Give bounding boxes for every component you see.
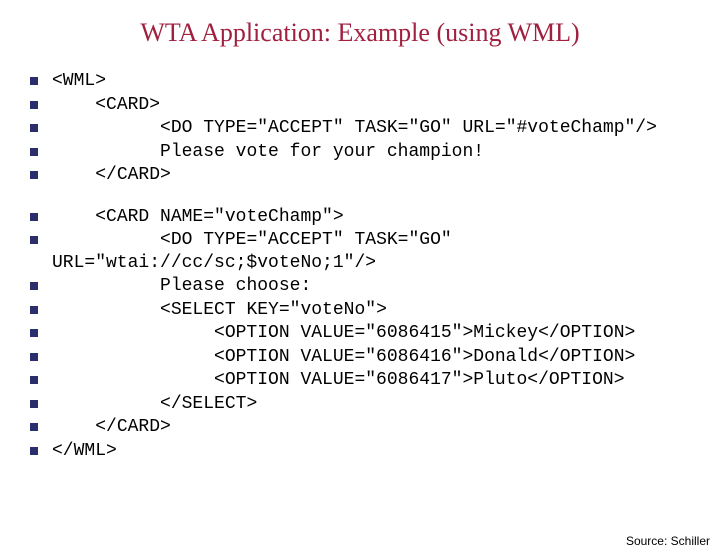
bullet-icon — [30, 236, 38, 244]
code-line: <OPTION VALUE="6086415">Mickey</OPTION> — [30, 322, 706, 345]
bullet-icon — [30, 329, 38, 337]
code-text: <DO TYPE="ACCEPT" TASK="GO" URL="#voteCh… — [52, 117, 706, 140]
code-text: </CARD> — [52, 416, 706, 439]
code-text: </WML> — [52, 440, 706, 463]
bullet-icon — [30, 376, 38, 384]
code-line: <DO TYPE="ACCEPT" TASK="GO" URL="#voteCh… — [30, 117, 706, 140]
code-line: </CARD> — [30, 164, 706, 187]
bullet-icon — [30, 400, 38, 408]
code-line: <CARD> — [30, 94, 706, 117]
code-text: Please vote for your champion! — [52, 141, 706, 164]
bullet-icon — [30, 282, 38, 290]
code-text: <OPTION VALUE="6086416">Donald</OPTION> — [52, 346, 706, 369]
code-text: </SELECT> — [52, 393, 706, 416]
code-text: <WML> — [52, 70, 706, 93]
code-line: </CARD> — [30, 416, 706, 439]
bullet-icon — [30, 306, 38, 314]
bullet-icon — [30, 171, 38, 179]
code-text: <SELECT KEY="voteNo"> — [52, 299, 706, 322]
code-line: Please vote for your champion! — [30, 141, 706, 164]
spacer — [30, 188, 706, 206]
bullet-icon — [30, 148, 38, 156]
code-line: <SELECT KEY="voteNo"> — [30, 299, 706, 322]
code-line: <DO TYPE="ACCEPT" TASK="GO" URL="wtai://… — [30, 229, 706, 274]
code-text: <CARD NAME="voteChamp"> — [52, 206, 706, 229]
bullet-icon — [30, 124, 38, 132]
code-text: <OPTION VALUE="6086415">Mickey</OPTION> — [52, 322, 706, 345]
code-line: </SELECT> — [30, 393, 706, 416]
code-text: <OPTION VALUE="6086417">Pluto</OPTION> — [52, 369, 706, 392]
bullet-icon — [30, 213, 38, 221]
bullet-icon — [30, 447, 38, 455]
code-text: Please choose: — [52, 275, 706, 298]
code-line: <OPTION VALUE="6086416">Donald</OPTION> — [30, 346, 706, 369]
code-text: <CARD> — [52, 94, 706, 117]
slide-title: WTA Application: Example (using WML) — [0, 18, 720, 48]
code-line: Please choose: — [30, 275, 706, 298]
code-line: <WML> — [30, 70, 706, 93]
bullet-icon — [30, 353, 38, 361]
source-citation: Source: Schiller — [626, 534, 710, 548]
bullet-icon — [30, 423, 38, 431]
code-text: </CARD> — [52, 164, 706, 187]
bullet-icon — [30, 77, 38, 85]
code-text: <DO TYPE="ACCEPT" TASK="GO" URL="wtai://… — [52, 229, 706, 274]
code-block: <WML> <CARD> <DO TYPE="ACCEPT" TASK="GO"… — [0, 70, 720, 462]
bullet-icon — [30, 101, 38, 109]
code-line: <OPTION VALUE="6086417">Pluto</OPTION> — [30, 369, 706, 392]
code-line: </WML> — [30, 440, 706, 463]
code-line: <CARD NAME="voteChamp"> — [30, 206, 706, 229]
